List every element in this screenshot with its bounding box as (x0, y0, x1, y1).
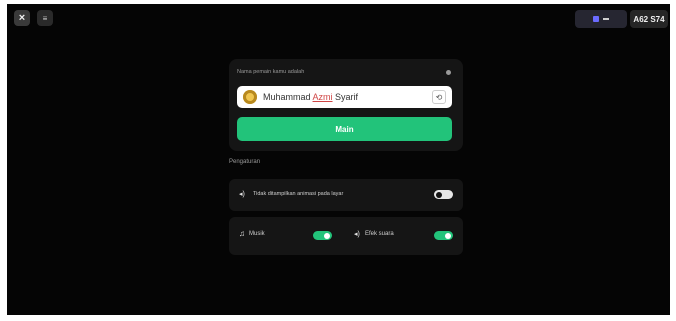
music-label: Musik (249, 231, 265, 237)
close-icon: × (18, 12, 26, 24)
menu-icon: ≡ (42, 13, 48, 23)
music-toggle[interactable] (313, 231, 332, 240)
chevron-down-icon (603, 18, 609, 20)
sound-effects-toggle[interactable] (434, 231, 453, 240)
name-suffix: Syarif (332, 92, 359, 102)
audio-settings: ♫ Musik ◂) Efek suara (229, 217, 463, 255)
sound-effects-icon: ◂) (354, 231, 360, 238)
user-badge[interactable]: A62 S74 (630, 10, 668, 28)
reduced-motion-toggle[interactable] (434, 190, 453, 199)
name-highlight: Azmi (312, 92, 333, 102)
sound-effects-label: Efek suara (365, 231, 394, 237)
flag-icon (593, 16, 599, 22)
settings-title: Pengaturan (229, 159, 261, 165)
menu-button[interactable]: ≡ (37, 10, 53, 26)
toggle-knob (324, 232, 330, 239)
speaker-icon: ◂) (239, 191, 245, 198)
player-name-text: Muhammad Azmi Syarif (263, 92, 358, 102)
player-name-card: Nama pemain kamu adalah Muhammad Azmi Sy… (229, 59, 463, 151)
refresh-icon: ⟲ (435, 92, 443, 102)
language-selector[interactable] (575, 10, 627, 28)
toggle-knob (445, 232, 451, 239)
game-screen: × ≡ A62 S74 Nama pemain kamu adalah Muha… (7, 4, 670, 315)
player-name-label: Nama pemain kamu adalah (237, 69, 305, 75)
info-icon[interactable] (446, 70, 451, 75)
music-icon: ♫ (239, 229, 245, 238)
refresh-name-button[interactable]: ⟲ (432, 90, 446, 104)
player-name-field[interactable]: Muhammad Azmi Syarif ⟲ (237, 86, 452, 108)
reduced-motion-label: Tidak ditampilkan animasi pada layar (253, 191, 344, 197)
reduced-motion-setting: ◂) Tidak ditampilkan animasi pada layar (229, 179, 463, 211)
name-prefix: Muhammad (263, 92, 313, 102)
play-button[interactable]: Main (237, 117, 452, 141)
toggle-knob (436, 191, 442, 198)
close-button[interactable]: × (14, 10, 30, 26)
avatar (243, 90, 257, 104)
